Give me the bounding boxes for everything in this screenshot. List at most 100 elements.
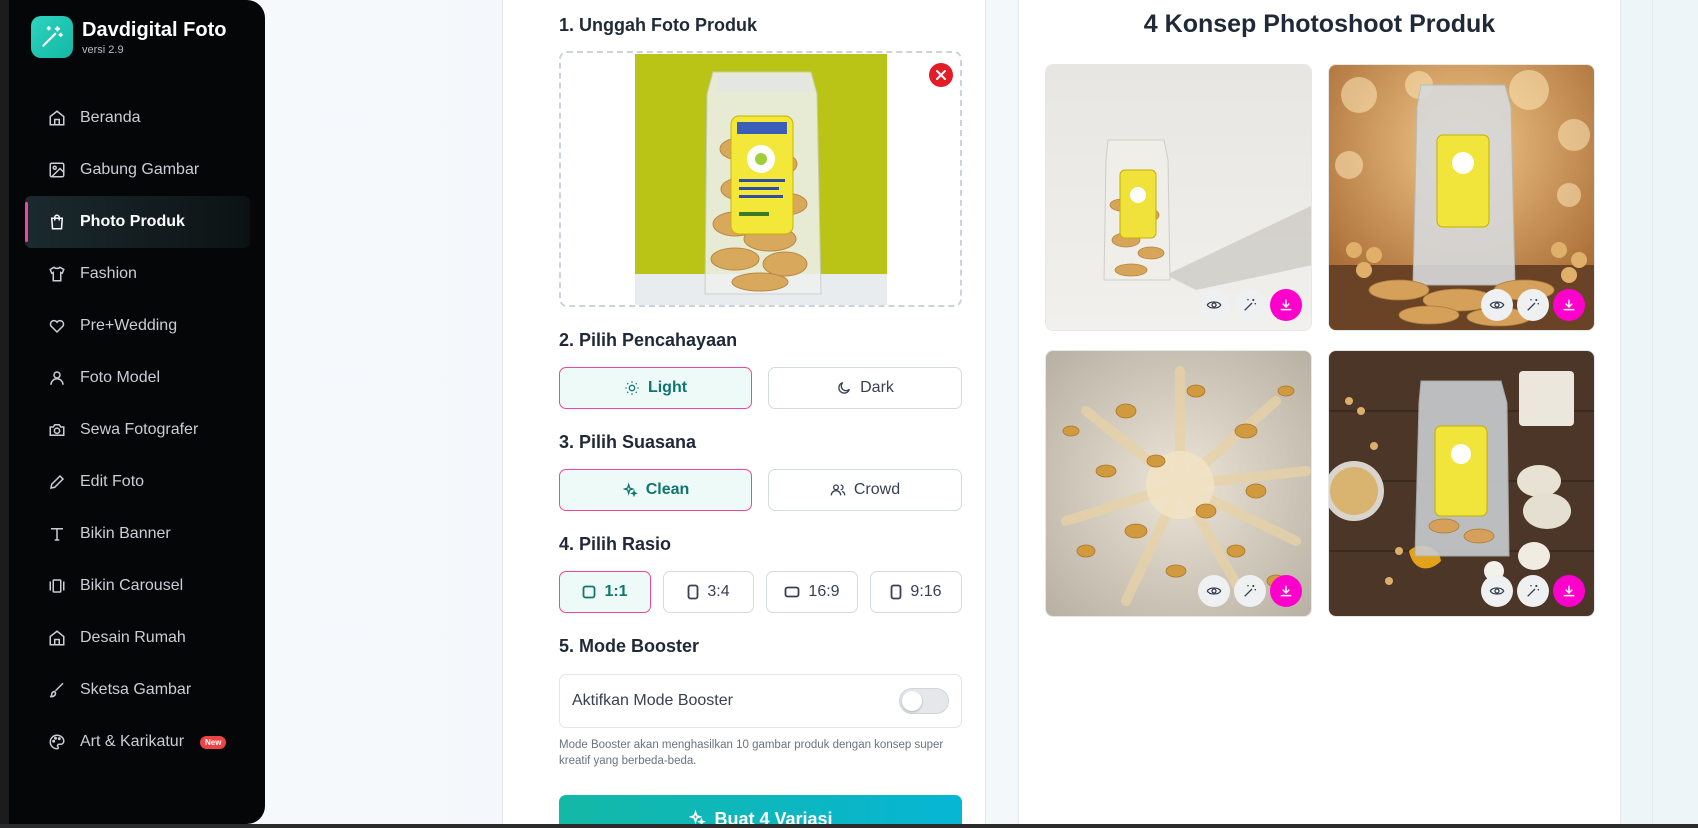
sidebar-item-label: Desain Rumah — [80, 629, 186, 646]
sidebar-item-label: Pre+Wedding — [80, 317, 178, 334]
pencil-icon — [47, 472, 67, 492]
sparkles-icon — [622, 482, 638, 498]
mood-option-crowd[interactable]: Crowd — [768, 469, 962, 511]
result-card[interactable] — [1045, 350, 1312, 617]
enhance-button[interactable] — [1234, 289, 1266, 321]
sidebar-item-label: Fashion — [80, 265, 137, 282]
remove-image-button[interactable] — [929, 63, 953, 87]
sidebar-item-pre-wedding[interactable]: Pre+Wedding — [25, 300, 250, 352]
preview-button[interactable] — [1198, 575, 1230, 607]
type-icon — [47, 524, 67, 544]
eye-icon — [1489, 587, 1505, 595]
home-icon — [47, 108, 67, 128]
download-icon — [1563, 299, 1575, 311]
app-version: versi 2.9 — [82, 43, 124, 56]
upload-section-title: 1. Unggah Foto Produk — [559, 15, 757, 35]
sidebar-item-bikin-carousel[interactable]: Bikin Carousel — [25, 560, 250, 612]
sidebar-item-label: Beranda — [80, 109, 141, 126]
sidebar-item-label: Art & Karikatur — [80, 733, 185, 750]
preview-button[interactable] — [1481, 575, 1513, 607]
enhance-button[interactable] — [1517, 575, 1549, 607]
user-icon — [47, 368, 67, 388]
card-actions — [1481, 289, 1585, 321]
users-icon — [830, 482, 846, 498]
sidebar-item-sewa-fotografer[interactable]: Sewa Fotografer — [25, 404, 250, 456]
sidebar-item-photo-produk[interactable]: Photo Produk — [25, 196, 250, 248]
sidebar-nav: Beranda Gabung Gambar Photo Produk Fashi… — [25, 92, 250, 768]
sidebar-item-gabung-gambar[interactable]: Gabung Gambar — [25, 144, 250, 196]
sidebar-item-beranda[interactable]: Beranda — [25, 92, 250, 144]
preview-button[interactable] — [1481, 289, 1513, 321]
ratio-option-3-4[interactable]: 3:4 — [663, 571, 754, 613]
upload-dropzone[interactable] — [559, 51, 962, 307]
enhance-button[interactable] — [1234, 575, 1266, 607]
card-actions — [1198, 289, 1302, 321]
download-icon — [1280, 299, 1292, 311]
lighting-section-title: 2. Pilih Pencahayaan — [559, 330, 738, 350]
eye-icon — [1206, 301, 1222, 309]
shopping-bag-icon — [47, 212, 67, 232]
lighting-option-label: Dark — [860, 379, 894, 396]
shirt-icon — [47, 264, 67, 284]
close-icon — [936, 70, 946, 80]
download-button[interactable] — [1270, 575, 1302, 607]
magic-wand-icon — [1527, 585, 1539, 597]
download-button[interactable] — [1553, 575, 1585, 607]
sidebar-item-bikin-banner[interactable]: Bikin Banner — [25, 508, 250, 560]
ratio-option-label: 16:9 — [808, 583, 840, 600]
sidebar-item-edit-foto[interactable]: Edit Foto — [25, 456, 250, 508]
mood-option-clean[interactable]: Clean — [559, 469, 752, 511]
ratio-option-label: 1:1 — [604, 583, 628, 600]
lighting-option-light[interactable]: Light — [559, 367, 752, 409]
sidebar-item-label: Edit Foto — [80, 473, 145, 490]
result-card[interactable] — [1328, 350, 1595, 617]
mood-option-label: Crowd — [853, 481, 901, 498]
ratio-option-1-1[interactable]: 1:1 — [559, 571, 651, 613]
new-badge: New — [200, 735, 227, 749]
square-icon — [582, 585, 596, 599]
lighting-option-dark[interactable]: Dark — [768, 367, 962, 409]
toggle-knob — [902, 691, 922, 711]
sidebar-item-label: Sketsa Gambar — [80, 681, 192, 698]
sidebar-item-foto-model[interactable]: Foto Model — [25, 352, 250, 404]
ratio-option-label: 3:4 — [707, 583, 730, 600]
sidebar-item-sketsa-gambar[interactable]: Sketsa Gambar — [25, 664, 250, 716]
ratio-section-title: 4. Pilih Rasio — [559, 534, 672, 554]
download-icon — [1280, 585, 1292, 597]
ratio-option-9-16[interactable]: 9:16 — [870, 571, 962, 613]
ratio-option-16-9[interactable]: 16:9 — [766, 571, 858, 613]
sidebar-item-label: Bikin Banner — [80, 525, 171, 542]
sidebar-item-art-karikatur[interactable]: Art & Karikatur New — [25, 716, 250, 768]
booster-description: Mode Booster akan menghasilkan 10 gambar… — [559, 739, 944, 767]
results-title: 4 Konsep Photoshoot Produk — [1143, 10, 1496, 38]
result-card[interactable] — [1045, 64, 1312, 331]
sun-icon — [624, 380, 640, 396]
booster-toggle-label: Aktifkan Mode Booster — [572, 692, 733, 709]
ratio-option-label: 9:16 — [910, 583, 942, 600]
magic-wand-icon — [1244, 299, 1256, 311]
download-icon — [1563, 585, 1575, 597]
sidebar-item-label: Foto Model — [80, 369, 161, 386]
portrait-icon — [890, 584, 902, 600]
landscape-icon — [784, 586, 800, 598]
download-button[interactable] — [1553, 289, 1585, 321]
preview-button[interactable] — [1198, 289, 1230, 321]
mood-section-title: 3. Pilih Suasana — [559, 432, 697, 452]
enhance-button[interactable] — [1517, 289, 1549, 321]
brand[interactable]: Davdigital Foto versi 2.9 — [31, 16, 226, 58]
sidebar-item-label: Bikin Carousel — [80, 577, 184, 594]
moon-icon — [836, 380, 852, 396]
sidebar-item-label: Gabung Gambar — [80, 161, 200, 178]
download-button[interactable] — [1270, 289, 1302, 321]
sidebar-item-label: Photo Produk — [80, 213, 185, 230]
booster-toggle-switch[interactable] — [899, 688, 949, 714]
eye-icon — [1206, 587, 1222, 595]
mood-option-label: Clean — [645, 481, 690, 498]
app-name: Davdigital Foto — [82, 18, 227, 41]
sidebar-item-fashion[interactable]: Fashion — [25, 248, 250, 300]
sidebar-item-desain-rumah[interactable]: Desain Rumah — [25, 612, 250, 664]
palette-icon — [47, 732, 67, 752]
card-actions — [1481, 575, 1585, 607]
sidebar: Davdigital Foto versi 2.9 Beranda Gabung… — [0, 0, 265, 824]
result-card[interactable] — [1328, 64, 1595, 331]
